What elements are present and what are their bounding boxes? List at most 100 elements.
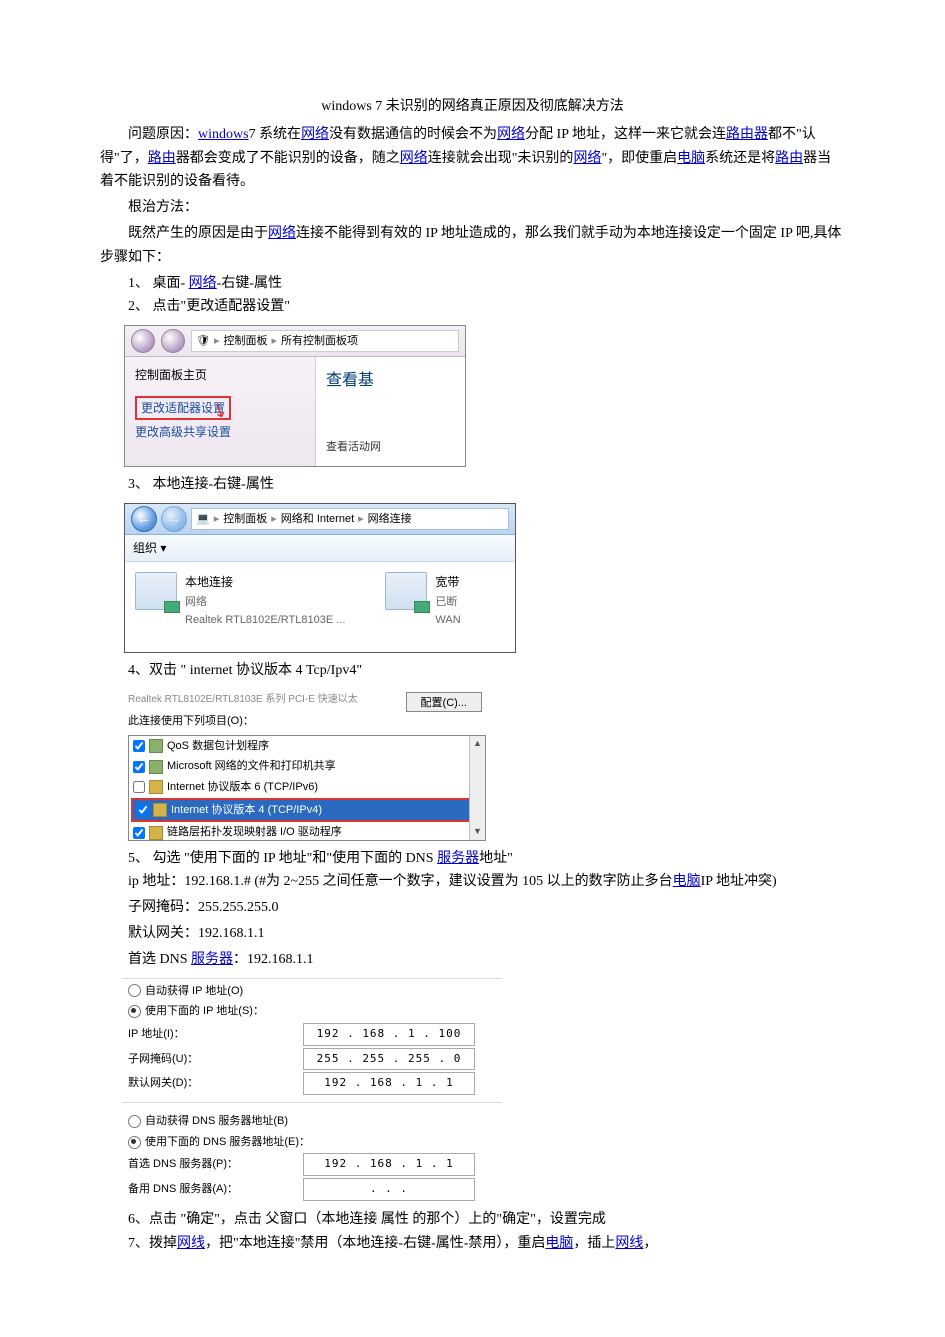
text: 连接就会出现"未识别的 — [428, 151, 574, 166]
text: ，把"本地连接"禁用（本地连接-右键-属性-禁用），重启 — [205, 1236, 545, 1251]
screenshot-connection-properties: Realtek RTL8102E/RTL8103E 系列 PCI-E 快速以太 … — [122, 689, 492, 841]
link-router[interactable]: 路由 — [775, 151, 803, 166]
protocol-icon — [149, 760, 163, 774]
link-server[interactable]: 服务器 — [191, 952, 233, 967]
ip-line1: ip 地址：192.168.1.# (#为 2~255 之间任意一个数字，建议设… — [100, 870, 845, 894]
text: 7、拨掉 — [128, 1236, 177, 1251]
connection-device: WAN — [435, 611, 460, 630]
radio-auto-dns[interactable]: 自动获得 DNS 服务器地址(B) — [122, 1111, 502, 1132]
link-network[interactable]: 网络 — [573, 151, 601, 166]
items-label: 此连接使用下列项目(O)： — [122, 710, 492, 733]
radio-manual-ip[interactable]: 使用下面的 IP 地址(S)： — [122, 1001, 502, 1022]
connection-item-local[interactable]: 本地连接 网络 Realtek RTL8102E/RTL8103E ... — [135, 572, 345, 642]
text: 地址" — [479, 851, 513, 866]
text: ，插上 — [573, 1236, 615, 1251]
link-router[interactable]: 路由器 — [726, 127, 768, 142]
crumb-item[interactable]: 网络和 Internet — [281, 510, 354, 529]
chevron-right-icon: ▸ — [271, 510, 277, 529]
checkbox[interactable] — [133, 761, 145, 773]
nav-forward-icon[interactable]: → — [161, 506, 187, 532]
chevron-right-icon: ▸ — [358, 510, 364, 529]
text: ， — [643, 1236, 657, 1251]
checkbox[interactable] — [133, 827, 145, 839]
subnet-label: 子网掩码(U)： — [128, 1050, 303, 1069]
subheading-text: 查看活动网 — [326, 438, 455, 457]
breadcrumb[interactable]: 🛡 ▸ 控制面板 ▸ 所有控制面板项 — [191, 330, 459, 352]
list-item[interactable]: Internet 协议版本 6 (TCP/IPv6) — [129, 777, 485, 798]
text: 问题原因： — [128, 127, 198, 142]
step-1: 1、 桌面- 网络-右键-属性 — [100, 272, 845, 296]
connection-item-broadband[interactable]: 宽带 已断 WAN — [385, 572, 460, 642]
text: 器都会变成了不能识别的设备，随之 — [176, 151, 400, 166]
intro-paragraph: 问题原因：windows7 系统在网络没有数据通信的时候会不为网络分配 IP 地… — [100, 123, 845, 194]
link-router[interactable]: 路由 — [148, 151, 176, 166]
window-titlebar: ← → 💻 ▸ 控制面板 ▸ 网络和 Internet ▸ 网络连接 — [125, 504, 515, 535]
text: 系统还是将 — [705, 151, 775, 166]
link-change-sharing[interactable]: 更改高级共享设置 — [135, 425, 231, 439]
configure-button[interactable]: 配置(C)... — [406, 692, 482, 712]
link-network[interactable]: 网络 — [301, 127, 329, 142]
crumb-item[interactable]: 所有控制面板项 — [281, 332, 358, 351]
list-item[interactable]: QoS 数据包计划程序 — [129, 736, 485, 757]
breadcrumb[interactable]: 💻 ▸ 控制面板 ▸ 网络和 Internet ▸ 网络连接 — [191, 508, 509, 530]
link-network[interactable]: 网络 — [189, 276, 217, 291]
sidebar-heading: 控制面板主页 — [135, 365, 305, 385]
connections-list: 本地连接 网络 Realtek RTL8102E/RTL8103E ... 宽带… — [125, 562, 515, 652]
shield-icon: 🛡 — [196, 332, 210, 351]
radio-label: 使用下面的 IP 地址(S)： — [145, 1002, 264, 1021]
radio-label: 自动获得 DNS 服务器地址(B) — [145, 1112, 288, 1131]
link-network[interactable]: 网络 — [400, 151, 428, 166]
text: -右键-属性 — [217, 276, 282, 291]
dns1-label: 首选 DNS 服务器(P)： — [128, 1155, 303, 1174]
radio-icon — [128, 1115, 141, 1128]
link-cable[interactable]: 网线 — [177, 1236, 205, 1251]
nav-back-icon[interactable]: ← — [131, 506, 157, 532]
link-computer[interactable]: 电脑 — [545, 1236, 573, 1251]
list-item[interactable]: Microsoft 网络的文件和打印机共享 — [129, 756, 485, 777]
nic-icon — [385, 572, 427, 610]
protocol-icon — [149, 780, 163, 794]
crumb-item[interactable]: 控制面板 — [224, 332, 268, 351]
text: 1、 桌面- — [128, 276, 189, 291]
link-cable[interactable]: 网线 — [615, 1236, 643, 1251]
scroll-down-icon[interactable]: ▼ — [473, 824, 482, 839]
connection-status: 网络 — [185, 593, 345, 612]
scrollbar[interactable]: ▲▼ — [469, 736, 485, 840]
dns2-input[interactable]: . . . — [303, 1178, 475, 1201]
nav-back-icon[interactable] — [131, 329, 155, 353]
heading-text: 查看基 — [326, 367, 455, 394]
chevron-right-icon: ▸ — [272, 332, 278, 351]
organize-menu[interactable]: 组织 ▾ — [133, 538, 166, 558]
list-item-selected[interactable]: Internet 协议版本 4 (TCP/IPv4)↙ — [131, 798, 483, 823]
radio-auto-ip[interactable]: 自动获得 IP 地址(O) — [122, 981, 502, 1002]
link-computer[interactable]: 电脑 — [673, 874, 701, 889]
link-server[interactable]: 服务器 — [437, 851, 479, 866]
crumb-item[interactable]: 控制面板 — [223, 510, 267, 529]
crumb-item[interactable]: 网络连接 — [368, 510, 412, 529]
step-7: 7、拨掉网线，把"本地连接"禁用（本地连接-右键-属性-禁用），重启电脑，插上网… — [100, 1232, 845, 1256]
protocol-icon — [149, 826, 163, 840]
checkbox[interactable] — [133, 781, 145, 793]
step-5: 5、 勾选 "使用下面的 IP 地址"和"使用下面的 DNS 服务器地址" — [100, 847, 845, 871]
text: 首选 DNS — [128, 952, 191, 967]
dns1-input[interactable]: 192 . 168 . 1 . 1 — [303, 1153, 475, 1176]
checkbox[interactable] — [137, 804, 149, 816]
toolbar: 组织 ▾ — [125, 535, 515, 562]
radio-manual-dns[interactable]: 使用下面的 DNS 服务器地址(E)： — [122, 1132, 502, 1153]
nav-forward-icon[interactable] — [161, 329, 185, 353]
link-network[interactable]: 网络 — [268, 226, 296, 241]
gateway-label: 默认网关(D)： — [128, 1074, 303, 1093]
text: 分配 IP 地址，这样一来它就会连 — [525, 127, 726, 142]
link-network[interactable]: 网络 — [497, 127, 525, 142]
gateway-input[interactable]: 192 . 168 . 1 . 1 — [303, 1072, 475, 1095]
document-title: windows 7 未识别的网络真正原因及彻底解决方法 — [100, 95, 845, 119]
scroll-up-icon[interactable]: ▲ — [473, 736, 482, 751]
link-computer[interactable]: 电脑 — [677, 151, 705, 166]
ip-address-input[interactable]: 192 . 168 . 1 . 100 — [303, 1023, 475, 1046]
link-windows[interactable]: windows — [198, 127, 249, 142]
subnet-input[interactable]: 255 . 255 . 255 . 0 — [303, 1048, 475, 1071]
radio-icon — [128, 984, 141, 997]
checkbox[interactable] — [133, 740, 145, 752]
list-item[interactable]: 链路层拓扑发现映射器 I/O 驱动程序 — [129, 822, 485, 840]
item-label: QoS 数据包计划程序 — [167, 737, 269, 756]
